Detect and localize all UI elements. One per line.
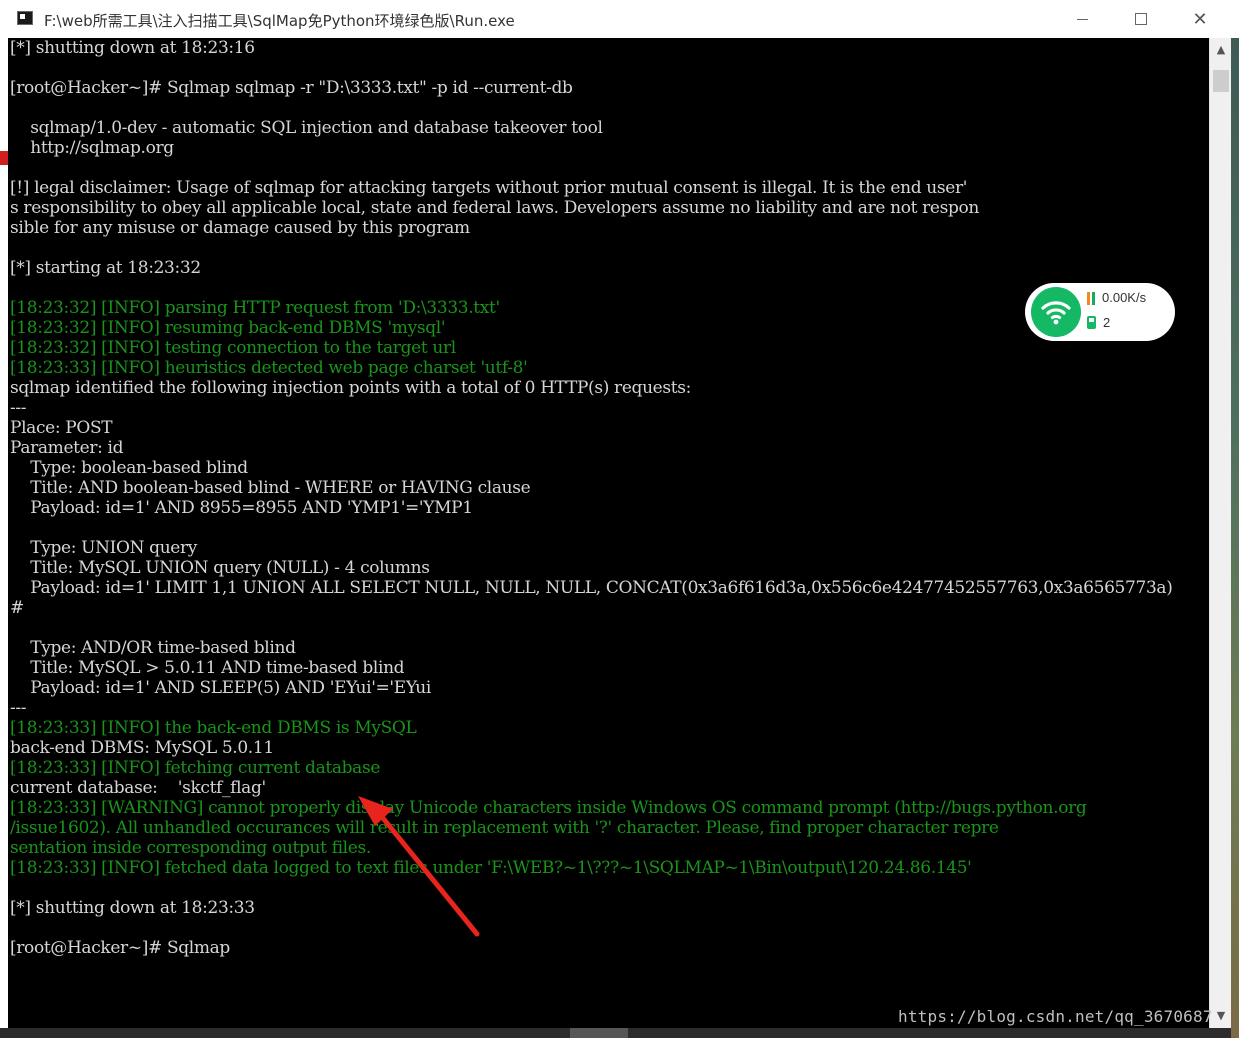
- red-arrow-annotation: [358, 796, 480, 937]
- watermark: https://blog.csdn.net/qq_3670687: [898, 1007, 1213, 1026]
